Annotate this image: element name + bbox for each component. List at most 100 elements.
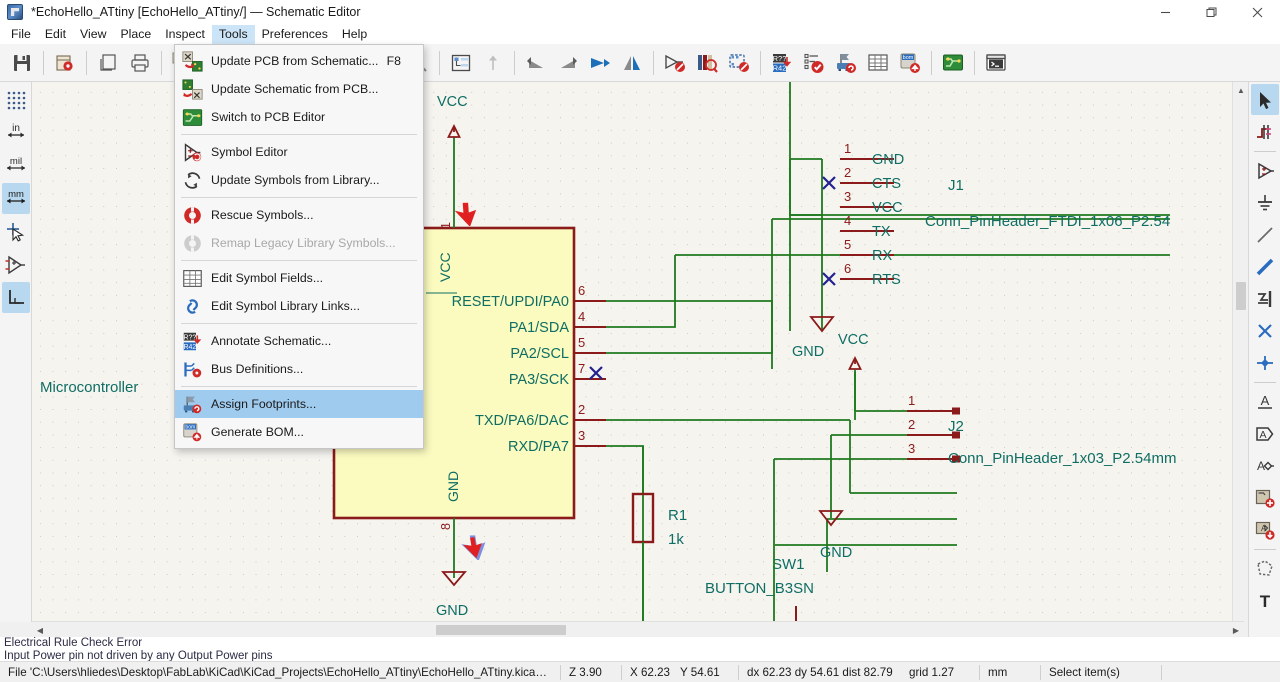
place-hier-label-tool[interactable]: A [1251, 450, 1279, 481]
menu-edit[interactable]: Edit [38, 25, 73, 44]
j1-pin5-number: 5 [844, 237, 851, 252]
vertical-scroll-thumb[interactable] [1236, 282, 1246, 310]
menuitem-generate-bom[interactable]: bom Generate BOM... [175, 418, 423, 446]
save-button[interactable] [6, 47, 38, 79]
menu-file[interactable]: File [4, 25, 38, 44]
place-net-label-tool[interactable]: A [1251, 386, 1279, 417]
menu-view[interactable]: View [73, 25, 113, 44]
j2-pin2-number: 2 [908, 417, 915, 432]
plot-button[interactable] [92, 47, 124, 79]
menuitem-remap-legacy-library-symbols[interactable]: Remap Legacy Library Symbols... [175, 229, 423, 257]
place-wire-to-bus-tool[interactable] [1251, 283, 1279, 314]
draw-bus-tool[interactable] [1251, 251, 1279, 282]
toggle-cursor-button[interactable] [2, 216, 30, 247]
place-global-label-tool[interactable]: A [1251, 418, 1279, 449]
leave-sheet-button[interactable] [477, 47, 509, 79]
place-junction-tool[interactable] [1251, 347, 1279, 378]
symbol-fields-button[interactable] [862, 47, 894, 79]
mcu-pin6-name: RESET/UPDI/PA0 [452, 294, 569, 310]
annotate-button[interactable]: R?? R42 [766, 47, 798, 79]
units-inches-button[interactable]: in [2, 117, 30, 148]
status-tool: Select item(s) [1049, 665, 1120, 679]
menu-place[interactable]: Place [113, 25, 158, 44]
toggle-hidden-pins-button[interactable] [2, 249, 30, 280]
menuitem-update-pcb-from-schematic[interactable]: Update PCB from Schematic... F8 [175, 47, 423, 75]
assign-footprints-button[interactable] [830, 47, 862, 79]
footprint-browser-button[interactable] [723, 47, 755, 79]
canvas-vertical-scrollbar[interactable]: ▲ ▼ [1232, 82, 1248, 637]
open-pcb-editor-button[interactable] [937, 47, 969, 79]
maximize-button[interactable] [1188, 0, 1234, 24]
show-net-highlight-button[interactable] [659, 47, 691, 79]
cursor-arrow-icon [1259, 91, 1271, 109]
scripting-console-button[interactable] [980, 47, 1012, 79]
right-toolbar-separator [1253, 549, 1276, 550]
status-coord-y: Y 54.61 [680, 665, 720, 679]
menu-preferences[interactable]: Preferences [255, 25, 335, 44]
menuitem-edit-symbol-fields[interactable]: Edit Symbol Fields... [175, 264, 423, 292]
draw-wire-tool[interactable] [1251, 219, 1279, 250]
toggle-free-wire-ends-button[interactable] [1, 282, 30, 313]
horizontal-scroll-thumb[interactable] [436, 625, 566, 635]
annotate-icon: R?? R42 [773, 53, 792, 72]
scroll-right-arrow[interactable]: ▶ [1228, 622, 1244, 638]
hierarchy-navigator-button[interactable] [445, 47, 477, 79]
menuitem-assign-footprints[interactable]: Assign Footprints... [175, 390, 423, 418]
menuitem-edit-symbol-library-links[interactable]: Edit Symbol Library Links... [175, 292, 423, 320]
svg-text:R??: R?? [773, 54, 787, 63]
menu-help[interactable]: Help [335, 25, 374, 44]
menuitem-update-symbols-from-library[interactable]: Update Symbols from Library... [175, 166, 423, 194]
mirror-button[interactable] [616, 47, 648, 79]
print-button[interactable] [124, 47, 156, 79]
place-sheet-tool[interactable] [1251, 482, 1279, 513]
close-button[interactable] [1234, 0, 1280, 24]
units-mils-button[interactable]: mil [2, 150, 30, 181]
symbol-library-browser-button[interactable] [691, 47, 723, 79]
scroll-left-arrow[interactable]: ◀ [32, 622, 48, 638]
menuitem-symbol-editor[interactable]: Symbol Editor [175, 138, 423, 166]
menuitem-label: Rescue Symbols... [211, 208, 314, 222]
sw1-reference: SW1 [772, 556, 805, 573]
symbol-library-links-icon [181, 295, 203, 317]
redo-button[interactable] [552, 47, 584, 79]
rotate-button[interactable] [584, 47, 616, 79]
place-symbol-tool[interactable] [1251, 155, 1279, 186]
status-divider [1161, 664, 1162, 680]
import-sheet-pin-tool[interactable]: A [1251, 514, 1279, 545]
place-power-tool[interactable] [1251, 187, 1279, 218]
svg-text:R42: R42 [773, 63, 787, 72]
menu-tools[interactable]: Tools [211, 24, 255, 44]
mcu-pin2-name: TXD/PA6/DAC [475, 413, 569, 429]
menu-inspect[interactable]: Inspect [158, 25, 212, 44]
undo-button[interactable] [520, 47, 552, 79]
menu-separator [181, 323, 417, 324]
units-millimeters-button[interactable]: mm [1, 183, 30, 214]
place-text-tool[interactable]: T [1251, 585, 1279, 616]
toggle-grid-button[interactable] [2, 84, 30, 115]
svg-text:bom: bom [903, 55, 914, 61]
import-hierarchical-label-icon: A [1255, 521, 1275, 540]
erc-button[interactable] [798, 47, 830, 79]
minimize-button[interactable] [1142, 0, 1188, 24]
scroll-up-arrow[interactable]: ▲ [1233, 82, 1249, 98]
place-no-connect-tool[interactable] [1251, 315, 1279, 346]
menuitem-switch-to-pcb-editor[interactable]: Switch to PCB Editor [175, 103, 423, 131]
mils-unit-icon: mil [6, 156, 25, 170]
draw-graphic-shape-tool[interactable] [1251, 553, 1279, 584]
j2-pin1-number: 1 [908, 393, 915, 408]
menuitem-update-schematic-from-pcb[interactable]: Update Schematic from PCB... [175, 75, 423, 103]
canvas-horizontal-scrollbar[interactable]: ◀ ▶ [32, 621, 1244, 637]
mcu-pin4-name: PA1/SDA [509, 320, 570, 336]
select-tool[interactable] [1250, 84, 1279, 115]
generate-bom-button[interactable]: bom [894, 47, 926, 79]
units-mm-label: mm [8, 189, 24, 200]
highlight-net-icon [1256, 124, 1271, 139]
wire-angle-icon [8, 289, 24, 304]
page-settings-button[interactable] [49, 47, 81, 79]
rotate-ccw-icon [591, 57, 610, 68]
menuitem-bus-definitions[interactable]: Bus Definitions... [175, 355, 423, 383]
menuitem-rescue-symbols[interactable]: Rescue Symbols... [175, 201, 423, 229]
menuitem-annotate-schematic[interactable]: R?? R42 Annotate Schematic... [175, 327, 423, 355]
highlight-net-tool[interactable] [1251, 116, 1279, 147]
units-mils-label: mil [9, 156, 21, 167]
